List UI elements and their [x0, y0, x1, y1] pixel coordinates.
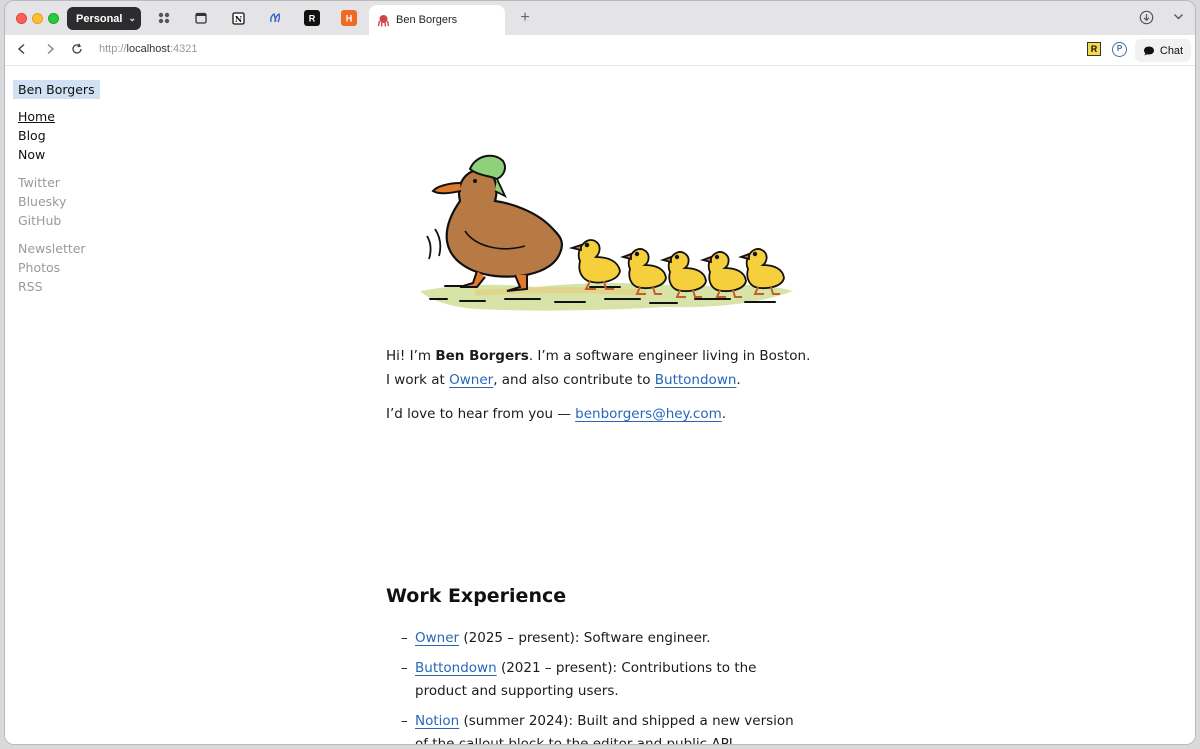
- company-link[interactable]: Buttondown: [415, 660, 497, 676]
- calendar-icon[interactable]: [193, 10, 209, 26]
- notion-icon[interactable]: N: [230, 10, 246, 26]
- active-tab[interactable]: Ben Borgers: [369, 5, 505, 35]
- chat-button[interactable]: Chat: [1135, 39, 1191, 62]
- minimize-window-button[interactable]: [32, 13, 43, 24]
- readwise-extension-icon[interactable]: R: [1087, 42, 1101, 56]
- nav-home[interactable]: Home: [18, 107, 133, 126]
- contact-text: .: [721, 406, 727, 422]
- hands-icon[interactable]: [267, 10, 283, 26]
- toolbar: http://localhost:4321 R P Chat: [5, 35, 1195, 66]
- nav-rss[interactable]: RSS: [18, 277, 133, 296]
- work-experience-heading: Work Experience: [386, 585, 567, 607]
- nav-newsletter[interactable]: Newsletter: [18, 239, 133, 258]
- address-bar[interactable]: http://localhost:4321: [99, 43, 197, 55]
- maximize-window-button[interactable]: [48, 13, 59, 24]
- password-extension-icon[interactable]: P: [1112, 42, 1127, 57]
- close-window-button[interactable]: [16, 13, 27, 24]
- octopus-favicon-icon: [377, 14, 390, 27]
- back-button[interactable]: [13, 41, 31, 59]
- work-list: Owner (2025 – present): Software enginee…: [401, 627, 801, 745]
- tab-title: Ben Borgers: [396, 14, 458, 26]
- hey-icon[interactable]: H: [341, 10, 357, 26]
- social-nav: Twitter Bluesky GitHub: [13, 173, 133, 230]
- tab-strip: Personal ⌄ N R H Ben Borgers +: [5, 1, 1195, 35]
- job-description: (summer 2024): Built and shipped a new v…: [415, 712, 794, 745]
- author-name: Ben Borgers: [435, 348, 529, 364]
- intro-text: .: [736, 371, 741, 388]
- contact-text: I’d love to hear from you —: [386, 406, 576, 422]
- list-item: Owner (2025 – present): Software enginee…: [401, 627, 801, 651]
- browser-window: Personal ⌄ N R H Ben Borgers + http://lo…: [4, 0, 1196, 745]
- intro-paragraph: Hi! I’m Ben Borgers. I’m a software engi…: [386, 345, 816, 392]
- intro-text: , and also contribute to: [493, 371, 655, 388]
- readwise-icon[interactable]: R: [304, 10, 320, 26]
- misc-nav: Newsletter Photos RSS: [13, 239, 133, 296]
- tab-list-chevron-icon[interactable]: [1169, 10, 1187, 28]
- new-tab-button[interactable]: +: [517, 10, 533, 26]
- svg-text:N: N: [234, 13, 241, 23]
- reload-button[interactable]: [68, 41, 86, 59]
- intro-text: Hi! I’m: [386, 348, 436, 364]
- nav-twitter[interactable]: Twitter: [18, 173, 133, 192]
- url-host: localhost: [126, 43, 170, 55]
- list-item: Notion (summer 2024): Built and shipped …: [401, 710, 801, 745]
- nav-bluesky[interactable]: Bluesky: [18, 192, 133, 211]
- job-description: (2025 – present): Software engineer.: [459, 630, 711, 646]
- page-content: Ben Borgers Home Blog Now Twitter Bluesk…: [5, 66, 1195, 745]
- company-link[interactable]: Notion: [415, 713, 459, 729]
- apps-icon[interactable]: [156, 10, 172, 26]
- url-scheme: http://: [99, 43, 127, 55]
- chevron-down-icon: ⌄: [128, 13, 137, 23]
- email-link[interactable]: benborgers@hey.com: [575, 406, 722, 422]
- sidebar: Ben Borgers Home Blog Now Twitter Bluesk…: [13, 79, 133, 296]
- downloads-icon[interactable]: [1137, 10, 1155, 28]
- buttondown-link[interactable]: Buttondown: [655, 372, 737, 388]
- nav-github[interactable]: GitHub: [18, 211, 133, 230]
- nav-now[interactable]: Now: [18, 145, 133, 164]
- contact-paragraph: I’d love to hear from you — benborgers@h…: [386, 403, 816, 427]
- chat-label: Chat: [1159, 44, 1184, 57]
- company-link[interactable]: Owner: [415, 630, 459, 646]
- profile-switcher[interactable]: Personal ⌄: [67, 7, 141, 30]
- nav-blog[interactable]: Blog: [18, 126, 133, 145]
- list-item: Buttondown (2021 – present): Contributio…: [401, 657, 801, 704]
- site-name[interactable]: Ben Borgers: [13, 80, 100, 99]
- owner-link[interactable]: Owner: [449, 372, 493, 388]
- nav-photos[interactable]: Photos: [18, 258, 133, 277]
- ducks-illustration: [420, 154, 793, 311]
- forward-button[interactable]: [41, 41, 59, 59]
- main-nav: Home Blog Now: [13, 107, 133, 164]
- intro-section: Hi! I’m Ben Borgers. I’m a software engi…: [386, 345, 816, 438]
- chat-bubble-icon: [1143, 46, 1154, 55]
- url-port: :4321: [169, 43, 198, 55]
- profile-label: Personal: [76, 12, 123, 25]
- svg-text:H: H: [346, 14, 353, 24]
- svg-text:R: R: [309, 14, 316, 24]
